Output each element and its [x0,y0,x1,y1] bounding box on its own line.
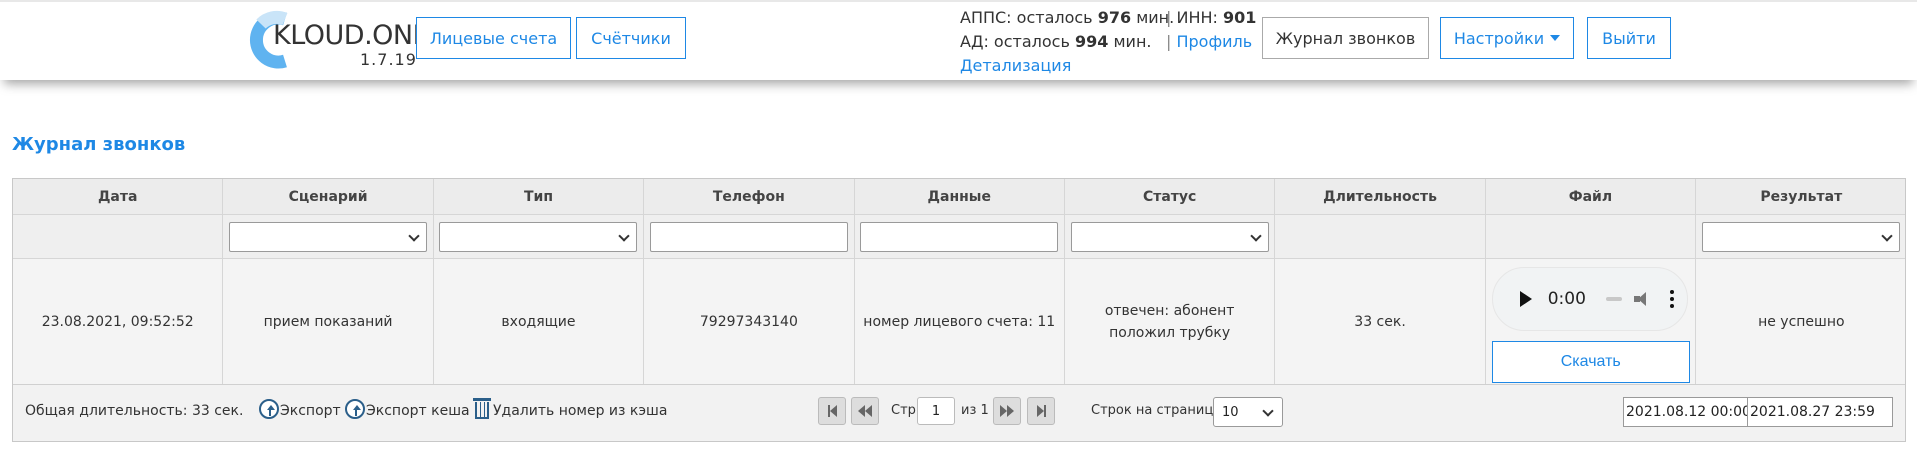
meters-button[interactable]: Счётчики [576,17,686,59]
cell-date: 23.08.2021, 09:52:52 [13,259,224,384]
page-label: Стр. [891,403,921,418]
column-header-duration[interactable]: Длительность [1275,179,1486,214]
prev-page-button[interactable] [851,397,879,425]
filter-cell-duration [1275,215,1486,258]
column-header-data[interactable]: Данные [855,179,1065,214]
cell-status: отвечен: абонент положил трубку [1065,259,1276,384]
date-from-input[interactable]: 2021.08.12 00:00 [1623,397,1749,427]
page-count: из 1 [961,403,989,418]
call-log-button[interactable]: Журнал звонков [1262,17,1429,59]
prev-page-icon [858,405,865,417]
next-page-button[interactable] [993,397,1021,425]
logout-button[interactable]: Выйти [1587,17,1671,59]
filter-cell-date [13,215,224,258]
caret-down-icon [1550,35,1561,41]
audio-player: 0:00 [1491,267,1688,331]
rows-per-page-select[interactable]: 10 [1213,397,1283,427]
cell-scenario: прием показаний [223,259,434,384]
cell-type: входящие [434,259,645,384]
download-button[interactable]: Скачать [1491,341,1690,383]
chevron-down-icon [1881,229,1893,242]
logo-text: KLOUD.ONE [273,20,430,51]
table-footer: Общая длительность: 33 сек. Экспорт Эксп… [13,385,1905,441]
column-header-scenario[interactable]: Сценарий [223,179,434,214]
date-to-input[interactable]: 2021.08.27 23:59 [1747,397,1893,427]
chevron-down-icon [1249,229,1262,242]
table-filter-row [13,215,1905,259]
audio-time: 0:00 [1547,289,1586,309]
data-filter-input[interactable] [860,221,1059,252]
kloud-one-logo[interactable]: KLOUD.ONE 1.7.19 [245,10,430,70]
cell-file: 0:00 Скачать [1486,259,1697,384]
chevron-down-icon [618,229,631,242]
total-duration: Общая длительность: 33 сек. [25,403,244,419]
page-number-input[interactable]: 1 [917,397,955,425]
chevron-down-icon [408,229,420,242]
top-navbar: KLOUD.ONE 1.7.19 Лицевые счета Счётчики … [0,0,1917,80]
audio-progress-slider[interactable] [1605,297,1622,301]
result-filter-select[interactable] [1702,221,1901,252]
chevron-down-icon [1262,405,1274,417]
column-header-result[interactable]: Результат [1696,179,1906,214]
settings-dropdown-button[interactable]: Настройки [1440,17,1574,59]
accounts-button[interactable]: Лицевые счета [416,17,571,59]
scenario-filter-select[interactable] [229,221,428,252]
table-row[interactable]: 23.08.2021, 09:52:52 прием показаний вхо… [13,259,1905,385]
delete-from-cache-button[interactable]: Удалить номер из кэша [493,403,667,419]
table-header-row: Дата Сценарий Тип Телефон Данные Статус … [13,179,1905,215]
profile-link[interactable]: Профиль [1176,32,1252,51]
settings-label: Настройки [1453,28,1545,48]
type-filter-select[interactable] [439,221,638,252]
page-title: Журнал звонков [12,134,186,155]
rows-per-page-label: Строк на странице: [1091,403,1226,418]
trash-icon[interactable] [473,398,491,420]
cell-result: не успешно [1758,313,1845,330]
column-header-type[interactable]: Тип [434,179,645,214]
status-filter-select[interactable] [1070,221,1269,252]
call-log-table: Дата Сценарий Тип Телефон Данные Статус … [12,178,1906,442]
upload-arrow-icon[interactable] [345,399,365,419]
column-header-phone[interactable]: Телефон [644,179,855,214]
column-header-date[interactable]: Дата [13,179,224,214]
column-header-file[interactable]: Файл [1486,179,1697,214]
profile-row: | Профиль [1166,32,1253,51]
cell-phone: 79297343140 [644,259,855,384]
app-version: 1.7.19 [360,50,417,69]
cell-duration: 33 сек. [1275,259,1486,384]
phone-filter-input[interactable] [649,221,848,252]
more-vertical-icon[interactable] [1669,290,1674,308]
details-link[interactable]: Детализация [960,52,1071,80]
last-page-button[interactable] [1027,397,1055,425]
play-icon[interactable] [1519,291,1532,307]
last-page-icon [1036,405,1044,417]
column-header-status[interactable]: Статус [1065,179,1276,214]
volume-icon[interactable] [1633,291,1652,307]
cell-data: номер лицевого счета: 11 [855,259,1065,384]
next-page-icon [1000,405,1007,417]
export-cache-button[interactable]: Экспорт кеша [366,403,470,419]
upload-arrow-icon[interactable] [259,399,279,419]
first-page-button[interactable] [818,397,846,425]
export-button[interactable]: Экспорт [280,403,341,419]
filter-cell-file [1486,215,1697,258]
